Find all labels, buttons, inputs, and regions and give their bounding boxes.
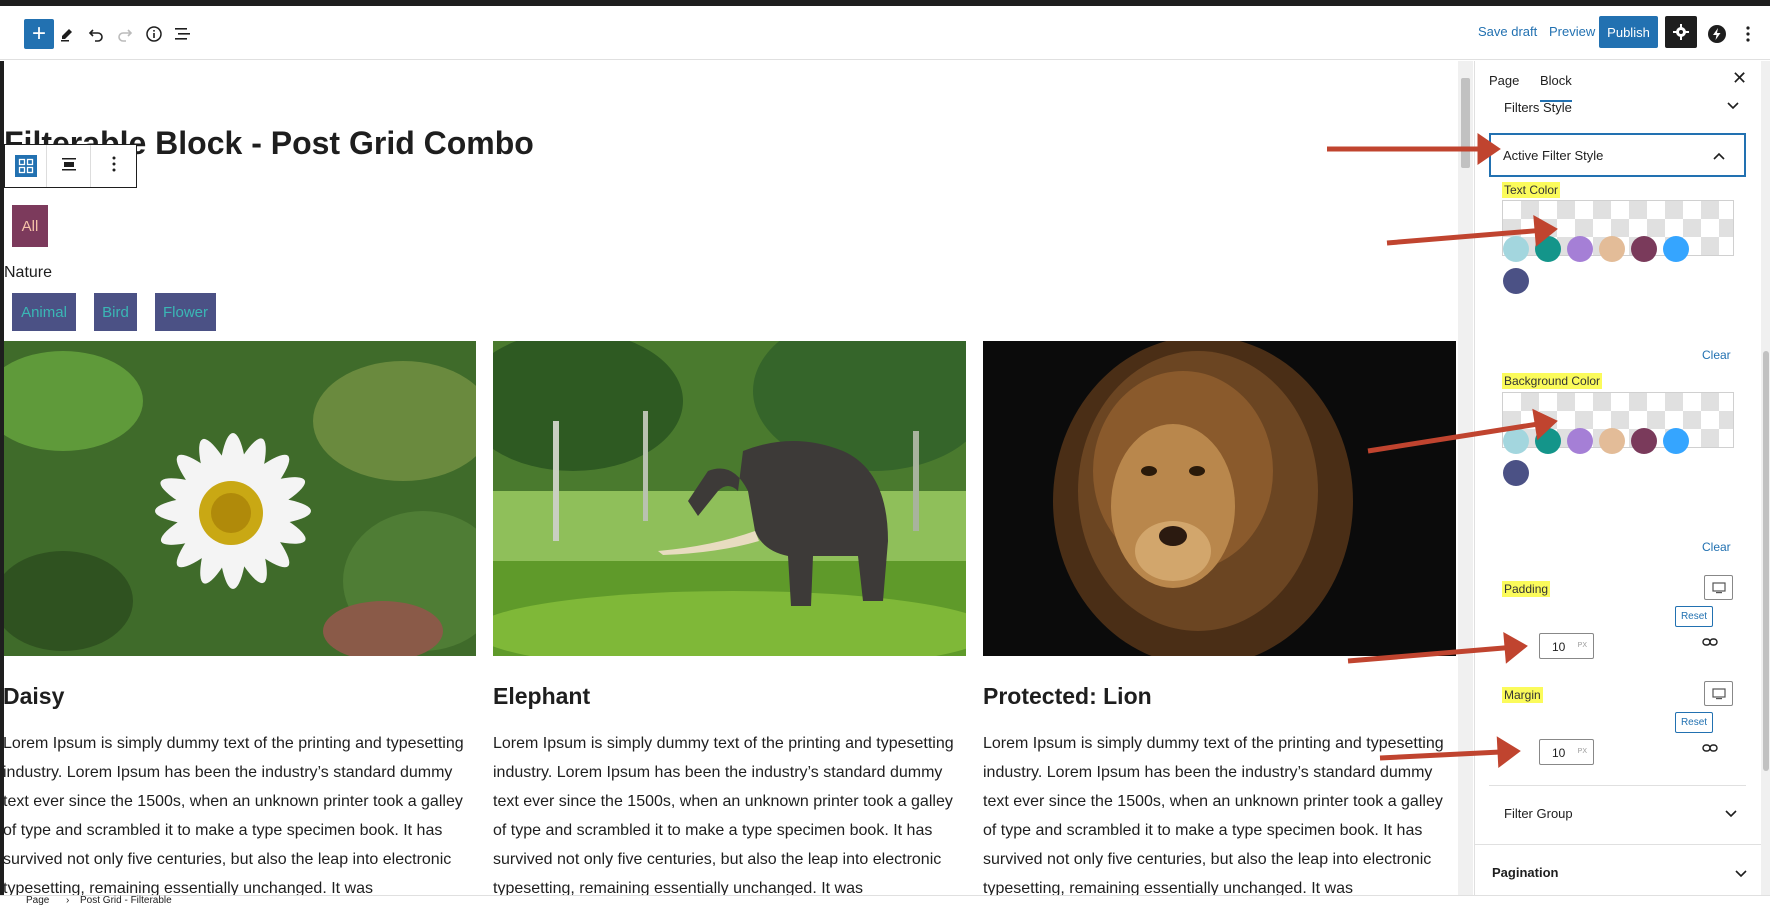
divider: [1489, 785, 1746, 786]
padding-input[interactable]: 10 PX: [1539, 633, 1594, 659]
publish-button[interactable]: Publish: [1599, 16, 1658, 48]
color-swatch[interactable]: [1503, 460, 1529, 486]
editor-scrollbar[interactable]: [1458, 61, 1473, 896]
post-excerpt: Lorem Ipsum is simply dummy text of the …: [3, 735, 464, 896]
pencil-icon[interactable]: [52, 19, 82, 49]
breadcrumb-page[interactable]: Page: [26, 895, 49, 906]
margin-unit: PX: [1577, 748, 1587, 755]
padding-unit: PX: [1577, 642, 1587, 649]
color-swatch[interactable]: [1599, 236, 1625, 262]
settings-sidebar: Page Block ✕ Filters Style Active Filter…: [1474, 61, 1770, 896]
breadcrumb: Page › Post Grid - Filterable: [0, 895, 1770, 906]
grid-block-icon: [14, 155, 37, 177]
daisy-image[interactable]: [3, 341, 476, 656]
chevron-down-icon[interactable]: [1725, 807, 1737, 821]
chevron-down-icon[interactable]: [1735, 867, 1747, 881]
settings-gear-icon[interactable]: [1665, 16, 1697, 48]
desktop-device-icon[interactable]: [1704, 575, 1733, 600]
text-color-label: Text Color: [1502, 182, 1561, 198]
sidebar-scrollbar[interactable]: [1761, 61, 1770, 896]
color-swatch[interactable]: [1567, 428, 1593, 454]
color-swatch[interactable]: [1663, 236, 1689, 262]
close-icon[interactable]: ✕: [1732, 68, 1747, 89]
active-filter-style-label: Active Filter Style: [1503, 148, 1604, 163]
chevron-down-icon[interactable]: [1727, 99, 1739, 113]
filters-style-header[interactable]: Filters Style: [1504, 100, 1572, 115]
more-options-icon[interactable]: [1738, 19, 1758, 49]
filter-all-button[interactable]: All: [12, 205, 48, 247]
color-swatch[interactable]: [1535, 236, 1561, 262]
elephant-image[interactable]: [493, 341, 966, 656]
align-button[interactable]: [47, 145, 91, 187]
list-view-icon[interactable]: [168, 19, 198, 49]
color-swatch[interactable]: [1631, 428, 1657, 454]
editor-canvas: Filterable Block - Post Grid Combo All N…: [0, 61, 1458, 896]
chevron-up-icon[interactable]: [1713, 149, 1725, 163]
info-icon[interactable]: [139, 19, 169, 49]
block-options-button[interactable]: [91, 145, 136, 187]
editor-scrollbar-thumb[interactable]: [1461, 78, 1470, 168]
margin-label: Margin: [1502, 687, 1543, 703]
filter-bird-button[interactable]: Bird: [94, 293, 137, 331]
color-swatch[interactable]: [1535, 428, 1561, 454]
link-values-icon[interactable]: [1702, 741, 1718, 757]
tab-block[interactable]: Block: [1540, 73, 1572, 102]
pagination-header[interactable]: Pagination: [1492, 865, 1558, 880]
padding-reset-button[interactable]: Reset: [1675, 606, 1713, 627]
post-card-lion: Protected: Lion Lorem Ipsum is simply du…: [983, 341, 1456, 896]
clear-text-color-button[interactable]: Clear: [1702, 348, 1731, 362]
save-draft-button[interactable]: Save draft: [1478, 24, 1537, 39]
padding-value: 10: [1552, 640, 1566, 654]
sidebar-scrollbar-thumb[interactable]: [1763, 351, 1769, 771]
lion-image[interactable]: [983, 341, 1456, 656]
more-vertical-icon: [112, 156, 116, 177]
align-icon: [61, 156, 77, 177]
preview-button[interactable]: Preview: [1549, 24, 1595, 39]
breadcrumb-separator: ›: [66, 895, 70, 906]
link-values-icon[interactable]: [1702, 635, 1718, 651]
tab-page[interactable]: Page: [1489, 73, 1519, 88]
filter-animal-button[interactable]: Animal: [12, 293, 76, 331]
block-type-button[interactable]: [5, 145, 47, 187]
color-swatch[interactable]: [1631, 236, 1657, 262]
editor-left-border: [0, 61, 4, 896]
post-title[interactable]: Protected: Lion: [983, 683, 1152, 710]
padding-label: Padding: [1502, 581, 1551, 597]
filter-group-header[interactable]: Filter Group: [1504, 806, 1573, 821]
margin-value: 10: [1552, 746, 1566, 760]
post-excerpt: Lorem Ipsum is simply dummy text of the …: [983, 735, 1444, 896]
redo-icon[interactable]: [110, 19, 140, 49]
divider: [1475, 844, 1761, 845]
color-swatch[interactable]: [1503, 236, 1529, 262]
filter-group-label: Nature: [4, 264, 53, 281]
color-swatch[interactable]: [1567, 236, 1593, 262]
post-title[interactable]: Elephant: [493, 683, 590, 710]
color-swatch[interactable]: [1599, 428, 1625, 454]
desktop-device-icon[interactable]: [1704, 681, 1733, 706]
undo-icon[interactable]: [81, 19, 111, 49]
margin-reset-button[interactable]: Reset: [1675, 712, 1713, 733]
active-filter-style-header[interactable]: Active Filter Style: [1489, 133, 1746, 177]
background-color-label: Background Color: [1502, 373, 1603, 389]
plugin-bolt-icon[interactable]: [1702, 19, 1732, 49]
margin-input[interactable]: 10 PX: [1539, 739, 1594, 765]
add-block-button[interactable]: +: [24, 19, 54, 49]
color-swatch[interactable]: [1503, 428, 1529, 454]
editor-toolbar: + Save draft Preview Publish: [0, 6, 1770, 60]
color-swatch[interactable]: [1503, 268, 1529, 294]
clear-background-color-button[interactable]: Clear: [1702, 540, 1731, 554]
post-card-daisy: Daisy Lorem Ipsum is simply dummy text o…: [3, 341, 476, 896]
post-card-elephant: Elephant Lorem Ipsum is simply dummy tex…: [493, 341, 966, 896]
color-swatch[interactable]: [1663, 428, 1689, 454]
post-excerpt: Lorem Ipsum is simply dummy text of the …: [493, 735, 954, 896]
filter-flower-button[interactable]: Flower: [155, 293, 216, 331]
breadcrumb-block[interactable]: Post Grid - Filterable: [80, 895, 172, 906]
post-title[interactable]: Daisy: [3, 683, 64, 710]
block-toolbar: [4, 144, 137, 188]
